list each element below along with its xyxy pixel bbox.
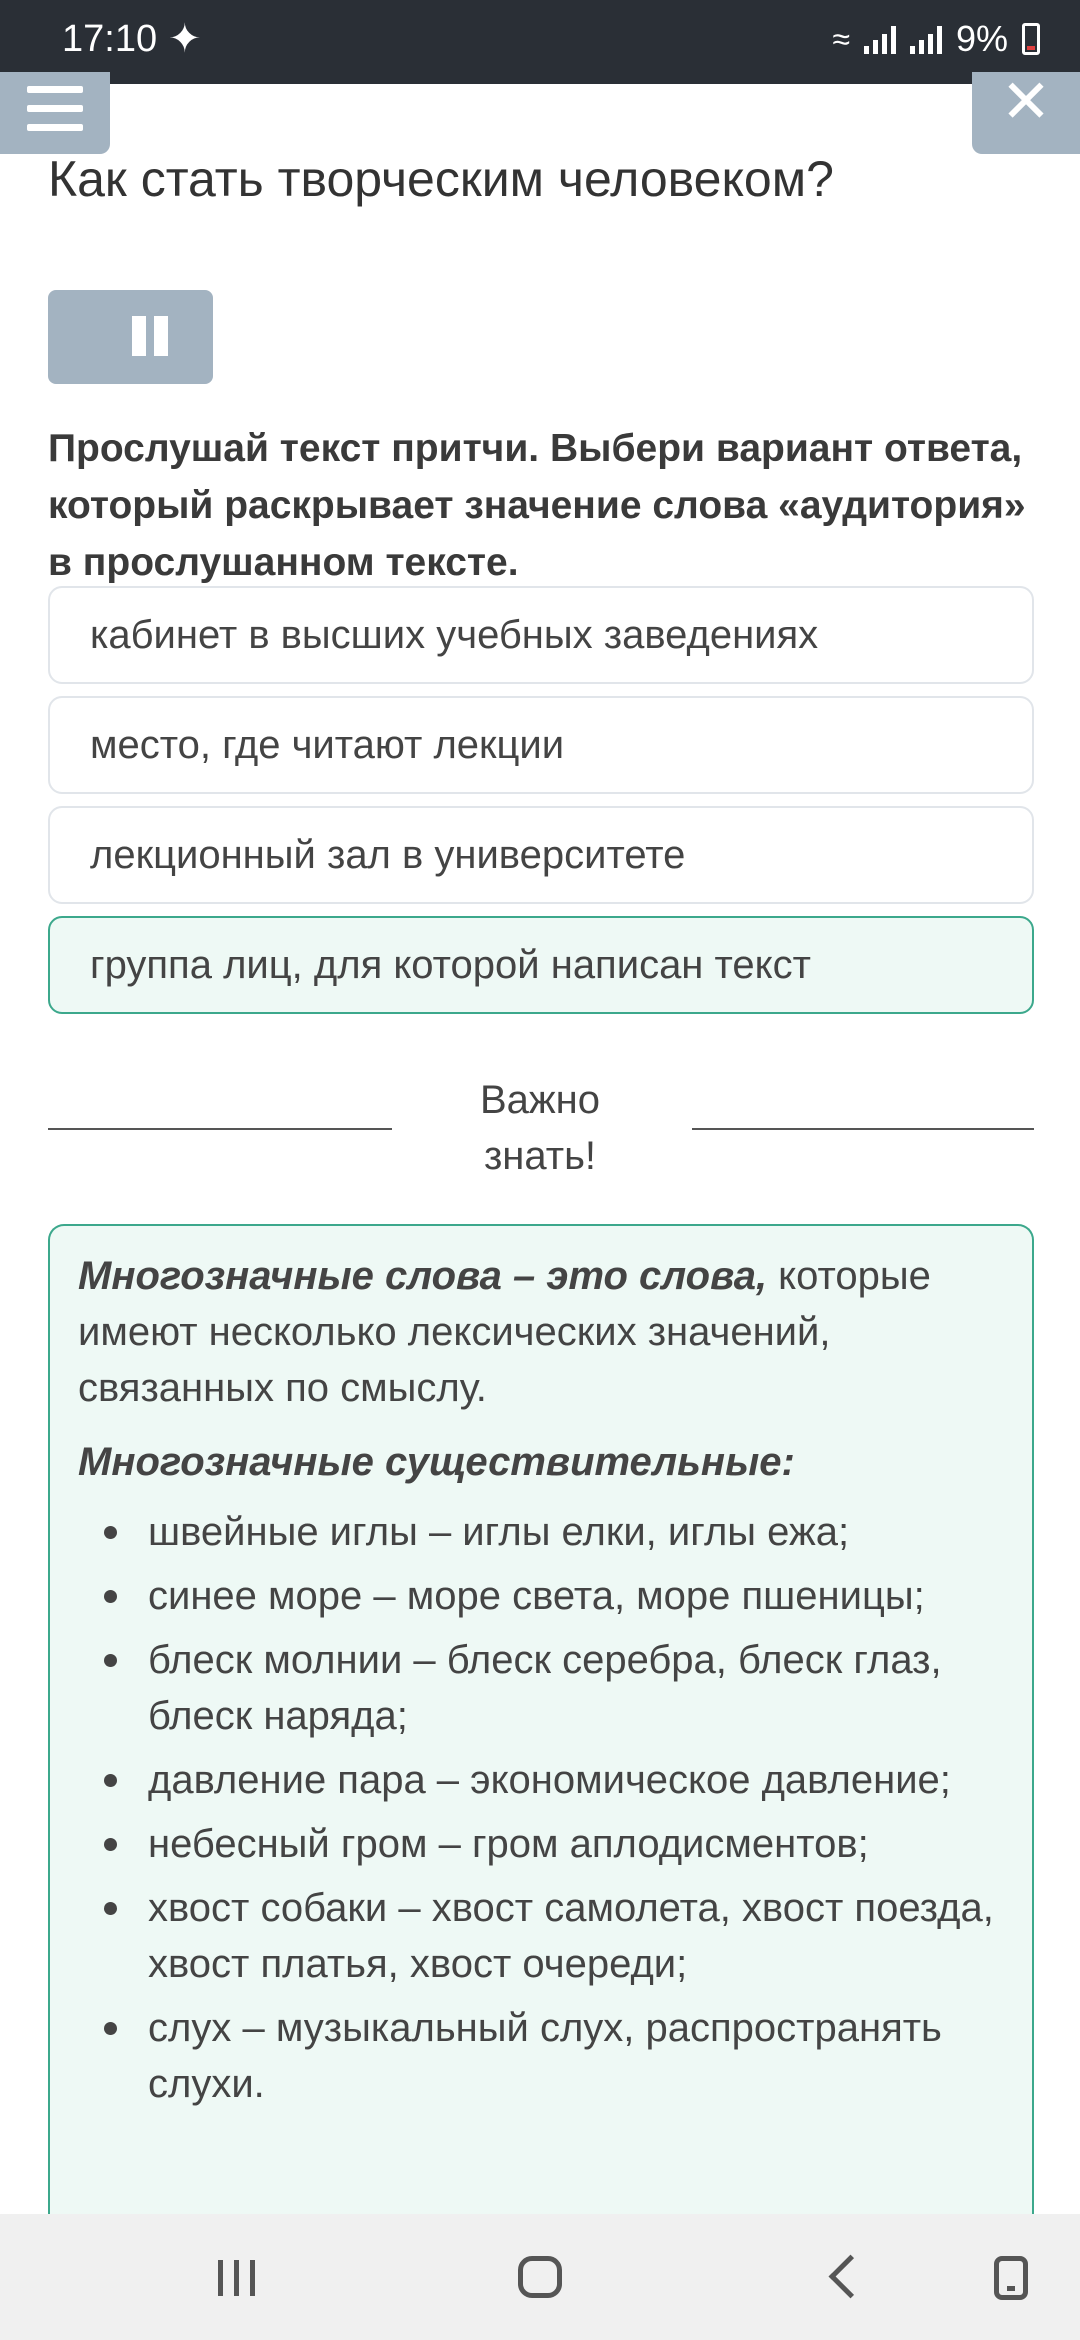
pause-icon <box>132 316 146 356</box>
divider-left <box>48 1128 392 1130</box>
divider-right <box>692 1128 1034 1130</box>
screenshot-icon[interactable] <box>994 2256 1028 2300</box>
hamburger-menu-icon <box>27 86 83 93</box>
status-time: 17:10 <box>62 18 158 60</box>
recent-apps-icon[interactable] <box>218 2260 258 2296</box>
list-item-text: слух – музыкальный слух, распространять … <box>148 2006 942 2106</box>
battery-percent: 9% <box>955 18 1008 59</box>
answer-options: кабинет в высших учебных заведениях мест… <box>48 586 1034 1026</box>
audio-pause-button[interactable] <box>48 290 213 384</box>
back-icon[interactable] <box>828 2254 873 2299</box>
bullet <box>104 1526 117 1539</box>
list-item: швейные иглы – иглы елки, иглы ежа; <box>104 1504 1004 1560</box>
list-item-text: синее море – море света, море пшеницы; <box>148 1574 925 1618</box>
close-icon: ✕ <box>1000 68 1052 135</box>
status-bar: 17:10 ✦ ≈ 9% <box>0 0 1080 84</box>
examples-heading: Многозначные существительные: <box>78 1440 795 1484</box>
status-icons: ≈ 9% <box>832 18 1040 60</box>
bullet <box>104 2022 117 2035</box>
answer-option[interactable]: кабинет в высших учебных заведениях <box>48 586 1034 684</box>
list-item: давление пара – экономическое давление; <box>104 1752 1004 1808</box>
list-item-text: хвост собаки – хвост самолета, хвост пое… <box>148 1886 994 1986</box>
notification-icon: ✦ <box>168 17 202 61</box>
list-item-text: швейные иглы – иглы елки, иглы ежа; <box>148 1510 850 1554</box>
list-item-text: небесный гром – гром аплодисментов; <box>148 1822 869 1866</box>
bullet <box>104 1590 117 1603</box>
question-text: Прослушай текст притчи. Выбери вариант о… <box>48 427 1026 584</box>
close-button[interactable]: ✕ <box>972 72 1080 154</box>
bullet <box>104 1774 117 1787</box>
page-title: Как стать творческим человеком? <box>48 151 834 207</box>
answer-option[interactable]: лекционный зал в университете <box>48 806 1034 904</box>
answer-option-selected[interactable]: группа лиц, для которой написан текст <box>48 916 1034 1014</box>
signal-icon <box>909 24 942 54</box>
wifi-icon: ≈ <box>832 20 850 57</box>
system-nav-bar <box>0 2214 1080 2340</box>
hamburger-menu-icon-bar <box>27 124 83 131</box>
bullet <box>104 1902 117 1915</box>
bullet <box>104 1838 117 1851</box>
list-item: небесный гром – гром аплодисментов; <box>104 1816 1004 1872</box>
important-heading: Важно знать! <box>430 1072 650 1184</box>
home-icon[interactable] <box>518 2256 562 2298</box>
signal-icon <box>863 24 896 54</box>
bullet <box>104 1654 117 1667</box>
list-item-text: давление пара – экономическое давление; <box>148 1758 951 1802</box>
definition: Многозначные слова – это слова, которые … <box>78 1248 1004 1416</box>
battery-charging-icon <box>1022 23 1040 55</box>
info-box: Многозначные слова – это слова, которые … <box>48 1224 1034 2234</box>
important-line1: Важно <box>479 1078 601 1122</box>
important-line2: знать! <box>483 1134 597 1178</box>
menu-button[interactable] <box>0 72 110 154</box>
list-item: слух – музыкальный слух, распространять … <box>104 2000 1004 2112</box>
list-item: блеск молнии – блеск серебра, блеск глаз… <box>104 1632 1004 1744</box>
list-item: хвост собаки – хвост самолета, хвост пое… <box>104 1880 1004 1992</box>
answer-option[interactable]: место, где читают лекции <box>48 696 1034 794</box>
hamburger-menu-icon-bar <box>27 105 83 112</box>
definition-term: Многозначные слова – это слова, <box>78 1254 768 1298</box>
list-item: синее море – море света, море пшеницы; <box>104 1568 1004 1624</box>
examples-list: швейные иглы – иглы елки, иглы ежа; сине… <box>78 1504 1004 2112</box>
pause-icon-bar <box>154 316 168 356</box>
list-item-text: блеск молнии – блеск серебра, блеск глаз… <box>148 1638 942 1738</box>
